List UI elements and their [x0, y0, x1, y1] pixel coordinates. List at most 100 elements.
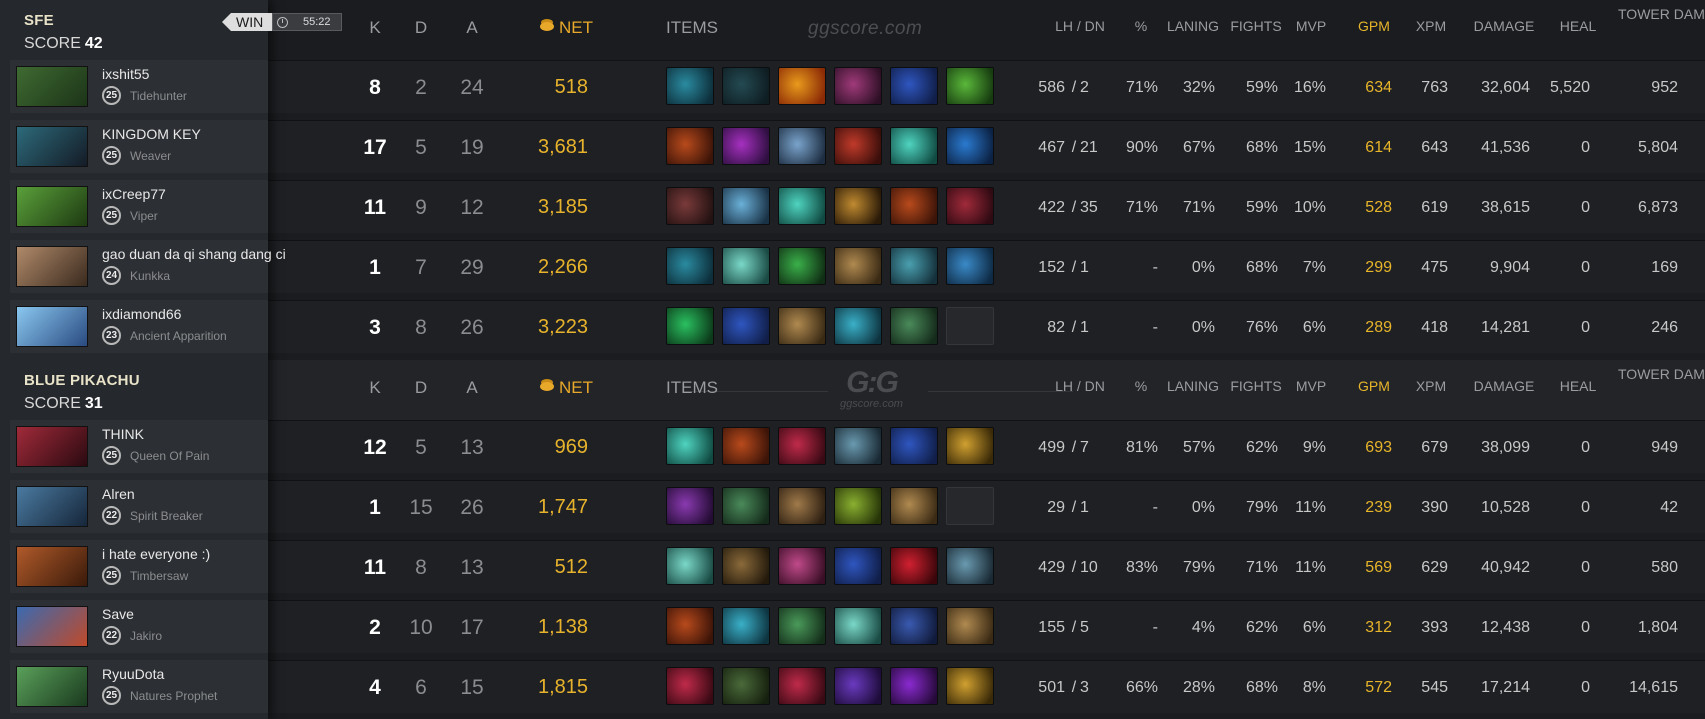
- player-card[interactable]: KINGDOM KEY 25 Weaver: [10, 120, 268, 173]
- empty-item-slot[interactable]: [946, 487, 994, 525]
- item-icon[interactable]: [890, 427, 938, 465]
- stat-k: 2: [369, 616, 381, 639]
- item-icon[interactable]: [666, 247, 714, 285]
- table-row: 11 9 12 3,185 71% 71% 59% 10% 528 619 38,615 0 6,873…: [268, 180, 1705, 233]
- item-icon[interactable]: [666, 667, 714, 705]
- player-card[interactable]: i hate everyone :) 25 Timbersaw: [10, 540, 268, 593]
- stat-separator: /: [1071, 199, 1077, 216]
- item-icon[interactable]: [834, 607, 882, 645]
- item-icon[interactable]: [890, 607, 938, 645]
- stat-damage: 14,281: [1481, 319, 1530, 336]
- stat-d: 9: [415, 196, 427, 219]
- item-icon[interactable]: [722, 487, 770, 525]
- player-card[interactable]: ixCreep77 25 Viper: [10, 180, 268, 233]
- item-icon[interactable]: [890, 547, 938, 585]
- item-icon[interactable]: [666, 67, 714, 105]
- player-card[interactable]: Alren 22 Spirit Breaker: [10, 480, 268, 533]
- item-icon[interactable]: [834, 127, 882, 165]
- stat-heal: 0: [1581, 439, 1590, 456]
- hero-portrait: [16, 546, 88, 587]
- item-icon[interactable]: [890, 307, 938, 345]
- stat-net: 3,223: [538, 316, 589, 338]
- item-icon[interactable]: [890, 127, 938, 165]
- item-icon[interactable]: [778, 427, 826, 465]
- player-card[interactable]: THINK 25 Queen Of Pain: [10, 420, 268, 473]
- item-icon[interactable]: [946, 547, 994, 585]
- item-icon[interactable]: [666, 547, 714, 585]
- player-card[interactable]: ixshit55 25 Tidehunter: [10, 60, 268, 113]
- item-icon[interactable]: [834, 427, 882, 465]
- item-icon[interactable]: [722, 607, 770, 645]
- item-icon[interactable]: [666, 427, 714, 465]
- item-icon[interactable]: [666, 487, 714, 525]
- item-icon[interactable]: [778, 547, 826, 585]
- item-icon[interactable]: [722, 67, 770, 105]
- win-label: WIN: [236, 14, 264, 30]
- ggscore-watermark: ggscore.com: [808, 18, 923, 39]
- item-icon[interactable]: [722, 187, 770, 225]
- item-icon[interactable]: [778, 187, 826, 225]
- item-icon[interactable]: [946, 667, 994, 705]
- item-icon[interactable]: [778, 247, 826, 285]
- item-icon[interactable]: [778, 667, 826, 705]
- item-icon[interactable]: [778, 307, 826, 345]
- player-card[interactable]: gao duan da qi shang dang ci 24 Kunkka: [10, 240, 286, 293]
- stat-denies: 1: [1080, 499, 1089, 516]
- item-icon[interactable]: [722, 247, 770, 285]
- player-card[interactable]: ixdiamond66 23 Ancient Apparition: [10, 300, 268, 353]
- item-icon[interactable]: [946, 187, 994, 225]
- item-icon[interactable]: [722, 307, 770, 345]
- stat-laning: 4%: [1191, 619, 1215, 636]
- item-icon[interactable]: [946, 607, 994, 645]
- item-icon[interactable]: [666, 127, 714, 165]
- player-card[interactable]: RyuuDota 25 Natures Prophet: [10, 660, 268, 713]
- hero-name: Tidehunter: [130, 89, 187, 103]
- hero-portrait: [16, 246, 88, 287]
- header-k: K: [369, 378, 381, 397]
- item-icon[interactable]: [890, 187, 938, 225]
- player-card[interactable]: Save 22 Jakiro: [10, 600, 268, 653]
- score-label: SCORE: [24, 35, 81, 52]
- item-slots: [666, 487, 994, 527]
- item-icon[interactable]: [666, 187, 714, 225]
- item-icon[interactable]: [722, 127, 770, 165]
- stat-mvp: 11%: [1295, 499, 1326, 516]
- item-icon[interactable]: [890, 487, 938, 525]
- item-icon[interactable]: [778, 607, 826, 645]
- item-icon[interactable]: [778, 67, 826, 105]
- stat-net: 518: [554, 76, 588, 98]
- item-icon[interactable]: [890, 667, 938, 705]
- stat-heal: 5,520: [1549, 79, 1590, 96]
- item-icon[interactable]: [946, 67, 994, 105]
- item-icon[interactable]: [666, 607, 714, 645]
- item-icon[interactable]: [722, 547, 770, 585]
- item-icon[interactable]: [946, 127, 994, 165]
- stat-tower: 5,804: [1637, 139, 1678, 156]
- item-icon[interactable]: [722, 427, 770, 465]
- table-row: 2 10 17 1,138 - 4% 62% 6% 312 393 12,438 0 1,804 155 /…: [268, 600, 1705, 653]
- item-icon[interactable]: [834, 487, 882, 525]
- item-icon[interactable]: [834, 547, 882, 585]
- item-icon[interactable]: [834, 667, 882, 705]
- item-icon[interactable]: [778, 487, 826, 525]
- item-icon[interactable]: [834, 247, 882, 285]
- item-icon[interactable]: [834, 307, 882, 345]
- stat-mvp: 6%: [1302, 619, 1326, 636]
- item-slots: [666, 187, 994, 227]
- item-icon[interactable]: [778, 127, 826, 165]
- item-icon[interactable]: [722, 667, 770, 705]
- item-icon[interactable]: [834, 67, 882, 105]
- item-icon[interactable]: [946, 427, 994, 465]
- stat-k: 1: [369, 256, 381, 279]
- header-xpm: XPM: [1415, 378, 1447, 394]
- item-icon[interactable]: [890, 67, 938, 105]
- empty-item-slot[interactable]: [946, 307, 994, 345]
- item-icon[interactable]: [834, 187, 882, 225]
- stat-tower: 1,804: [1637, 619, 1678, 636]
- stat-gpm: 528: [1365, 199, 1392, 216]
- item-icon[interactable]: [890, 247, 938, 285]
- item-icon[interactable]: [946, 247, 994, 285]
- header-heal: HEAL: [1559, 378, 1597, 394]
- stat-mvp: 15%: [1293, 139, 1326, 156]
- item-icon[interactable]: [666, 307, 714, 345]
